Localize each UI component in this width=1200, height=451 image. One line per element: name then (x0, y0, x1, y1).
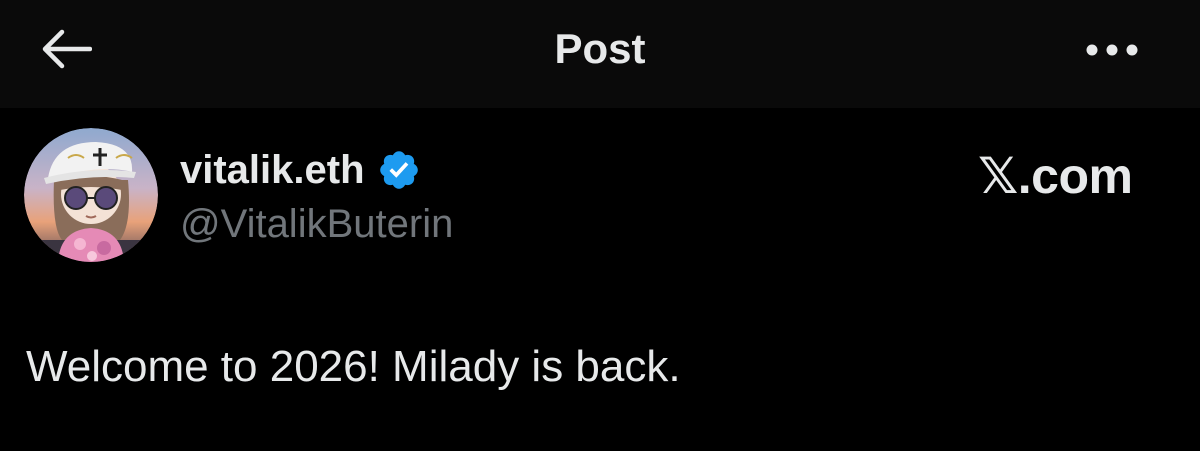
post-view: Post vitalik.eth @VitalikButerin 𝕏.com W… (0, 0, 1200, 451)
page-title: Post (554, 25, 646, 72)
arrow-left-icon (42, 29, 92, 69)
author-name-row[interactable]: vitalik.eth (180, 146, 421, 194)
top-bar: Post (0, 0, 1200, 108)
x-com-watermark: 𝕏.com (978, 148, 1133, 204)
verified-badge-icon (379, 151, 418, 189)
author-handle[interactable]: @VitalikButerin (180, 200, 453, 248)
avatar[interactable] (24, 128, 158, 262)
avatar-image (24, 128, 158, 262)
post-text: Welcome to 2026! Milady is back. (26, 342, 681, 391)
more-horizontal-icon (1086, 44, 1138, 56)
back-button[interactable] (36, 24, 96, 74)
more-options-button[interactable] (1082, 30, 1142, 70)
author-display-name: vitalik.eth (180, 148, 365, 192)
